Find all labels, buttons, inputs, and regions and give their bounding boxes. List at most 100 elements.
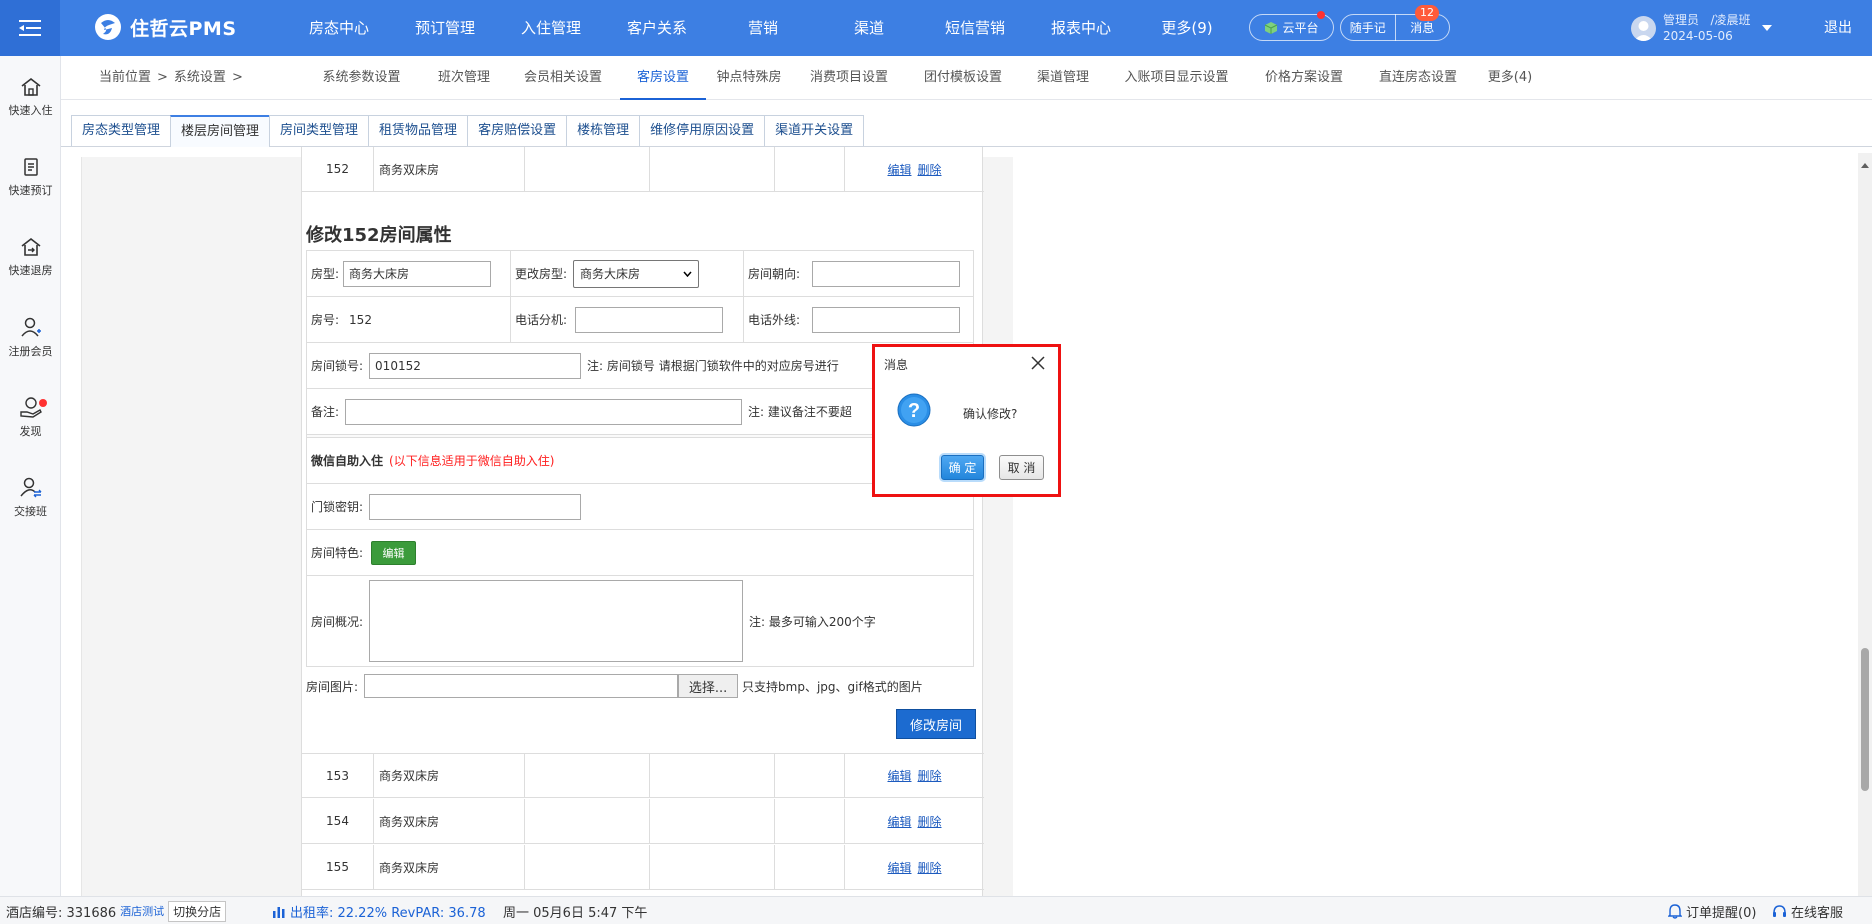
lock-number-input[interactable]: 010152 bbox=[369, 352, 582, 379]
online-support[interactable]: 在线客服 bbox=[1772, 897, 1843, 924]
subtab-system-params[interactable]: 系统参数设置 bbox=[301, 56, 422, 100]
logout-button[interactable]: 退出 bbox=[1824, 0, 1852, 56]
sidebar-item-label: 快速入住 bbox=[8, 103, 53, 117]
logo[interactable]: 住哲云PMS bbox=[94, 13, 237, 41]
switch-branch-button[interactable]: 切换分店 bbox=[168, 900, 227, 922]
lock-key-label: 门锁密钥: bbox=[311, 500, 364, 514]
image-path-input[interactable] bbox=[364, 674, 679, 698]
lock-number-note: 注: 房间锁号 请根据门锁软件中的对应房号进行 bbox=[587, 359, 839, 373]
sidebar-item-register-member[interactable]: 注册会员 bbox=[0, 302, 61, 372]
nav-more[interactable]: 更多(9) bbox=[1134, 0, 1240, 56]
nav-marketing[interactable]: 营销 bbox=[710, 0, 816, 56]
subtab-posting-display[interactable]: 入账项目显示设置 bbox=[1106, 56, 1247, 100]
user-menu[interactable]: 管理员 /凌晨班 2024-05-06 bbox=[1631, 12, 1772, 44]
user-add-icon bbox=[20, 317, 41, 336]
subtab-channel-management[interactable]: 渠道管理 bbox=[1020, 56, 1106, 100]
confirm-cancel-button[interactable]: 取 消 bbox=[999, 455, 1044, 480]
sidebar-item-quick-booking[interactable]: 快速预订 bbox=[0, 142, 61, 212]
empty-cell bbox=[775, 799, 845, 843]
nav-sms[interactable]: 短信营销 bbox=[922, 0, 1028, 56]
tab-maintenance-reasons[interactable]: 维修停用原因设置 bbox=[639, 115, 766, 146]
tab-rental-items[interactable]: 租赁物品管理 bbox=[368, 115, 469, 146]
scroll-up-arrow-icon[interactable] bbox=[1858, 159, 1872, 173]
user-avatar-icon bbox=[1634, 20, 1653, 41]
edit-feature-button[interactable]: 编辑 bbox=[371, 540, 417, 565]
nav-room-status[interactable]: 房态中心 bbox=[286, 0, 392, 56]
outside-line-input[interactable] bbox=[812, 306, 961, 333]
subtab-shifts[interactable]: 班次管理 bbox=[422, 56, 506, 100]
delete-link[interactable]: 删除 bbox=[918, 767, 942, 784]
change-type-select[interactable]: 商务大床房 bbox=[573, 259, 700, 288]
tab-floor-rooms[interactable]: 楼层房间管理 bbox=[170, 115, 271, 147]
extension-cell: 电话分机: bbox=[511, 297, 744, 342]
subtab-member-settings[interactable]: 会员相关设置 bbox=[506, 56, 620, 100]
sidebar-item-shift-handover[interactable]: 交接班 bbox=[0, 462, 61, 532]
modify-room-button[interactable]: 修改房间 bbox=[896, 709, 976, 739]
room-type-input[interactable]: 商务大床房 bbox=[343, 260, 492, 287]
sidebar-item-discover[interactable]: 发现 bbox=[0, 382, 61, 452]
subtab-hourly-rooms[interactable]: 钟点特殊房 bbox=[706, 56, 792, 100]
sidebar-item-quick-checkin[interactable]: 快速入住 bbox=[0, 62, 61, 132]
home-exit-icon bbox=[21, 237, 40, 256]
choose-file-button[interactable]: 选择... bbox=[678, 674, 739, 698]
order-alert-label: 订单提醒(0) bbox=[1686, 905, 1757, 921]
notes-button[interactable]: 随手记 bbox=[1341, 19, 1395, 36]
main-nav: 房态中心 预订管理 入住管理 客户关系 营销 渠道 短信营销 报表中心 更多(9… bbox=[286, 0, 1240, 56]
remark-input[interactable] bbox=[345, 398, 743, 425]
tab-room-types[interactable]: 房间类型管理 bbox=[269, 115, 370, 146]
row-actions: 编辑 删除 bbox=[845, 754, 984, 797]
tab-channel-switches[interactable]: 渠道开关设置 bbox=[764, 115, 865, 146]
empty-cell bbox=[650, 754, 775, 797]
order-alert[interactable]: 订单提醒(0) bbox=[1668, 897, 1756, 924]
room-number: 152 bbox=[302, 147, 374, 191]
delete-link[interactable]: 删除 bbox=[918, 161, 942, 178]
settings-subnav: 当前位置 > 系统设置 > 系统参数设置 班次管理 会员相关设置 客房设置 钟点… bbox=[61, 56, 1872, 100]
delete-link[interactable]: 删除 bbox=[918, 813, 942, 830]
subtab-more[interactable]: 更多(4) bbox=[1475, 56, 1545, 100]
menu-toggle-icon[interactable] bbox=[0, 0, 60, 56]
subtab-group-templates[interactable]: 团付模板设置 bbox=[906, 56, 1020, 100]
page-scrollbar[interactable] bbox=[1858, 153, 1872, 896]
nav-reports[interactable]: 报表中心 bbox=[1028, 0, 1134, 56]
occupancy-text: 出租率: 22.22% RevPAR: 36.78 bbox=[290, 905, 486, 921]
confirm-ok-button[interactable]: 确 定 bbox=[941, 455, 984, 480]
delete-link[interactable]: 删除 bbox=[918, 859, 942, 876]
lock-key-input[interactable] bbox=[369, 493, 582, 520]
outside-line-cell: 电话外线: bbox=[744, 297, 975, 342]
tab-room-status-types[interactable]: 房态类型管理 bbox=[71, 115, 172, 146]
cloud-platform-label: 云平台 bbox=[1282, 21, 1319, 35]
edit-link[interactable]: 编辑 bbox=[887, 813, 911, 830]
table-row: 152 商务双床房 编辑 删除 bbox=[302, 147, 984, 192]
subtab-consumption-items[interactable]: 消费项目设置 bbox=[792, 56, 906, 100]
subtab-direct-room-status[interactable]: 直连房态设置 bbox=[1361, 56, 1475, 100]
nav-channels[interactable]: 渠道 bbox=[816, 0, 922, 56]
breadcrumb: 当前位置 > 系统设置 > bbox=[99, 56, 243, 100]
subtab-room-settings[interactable]: 客房设置 bbox=[620, 56, 706, 100]
room-table: 152 商务双床房 编辑 删除 修改152房间属性 房型: 商务大床房 更改房型… bbox=[301, 147, 984, 896]
occupancy-info: 出租率: 22.22% RevPAR: 36.78 bbox=[272, 897, 486, 924]
room-number-cell: 房号: 152 bbox=[307, 297, 511, 342]
nav-checkin[interactable]: 入住管理 bbox=[498, 0, 604, 56]
nav-customers[interactable]: 客户关系 bbox=[604, 0, 710, 56]
subtab-price-plans[interactable]: 价格方案设置 bbox=[1247, 56, 1361, 100]
messages-button[interactable]: 消息 bbox=[1396, 19, 1450, 36]
nav-reservations[interactable]: 预订管理 bbox=[392, 0, 498, 56]
change-type-label: 更改房型: bbox=[515, 267, 568, 281]
tab-room-compensation[interactable]: 客房赔偿设置 bbox=[467, 115, 568, 146]
dialog-title: 消息 bbox=[884, 358, 909, 372]
row-actions: 编辑 删除 bbox=[845, 845, 984, 889]
wechat-section-title: 微信自助入住 bbox=[311, 454, 384, 468]
tab-buildings[interactable]: 楼栋管理 bbox=[566, 115, 641, 146]
empty-cell bbox=[525, 799, 650, 843]
edit-link[interactable]: 编辑 bbox=[887, 767, 911, 784]
extension-input[interactable] bbox=[575, 306, 724, 333]
overview-textarea[interactable] bbox=[369, 580, 744, 662]
scrollbar-thumb[interactable] bbox=[1861, 648, 1869, 791]
edit-link[interactable]: 编辑 bbox=[887, 859, 911, 876]
orientation-input[interactable] bbox=[812, 260, 961, 287]
close-icon[interactable] bbox=[1031, 356, 1045, 370]
edit-link[interactable]: 编辑 bbox=[887, 161, 911, 178]
breadcrumb-section[interactable]: 系统设置 bbox=[174, 56, 226, 100]
breadcrumb-separator: > bbox=[157, 70, 168, 85]
sidebar-item-quick-checkout[interactable]: 快速退房 bbox=[0, 222, 61, 292]
